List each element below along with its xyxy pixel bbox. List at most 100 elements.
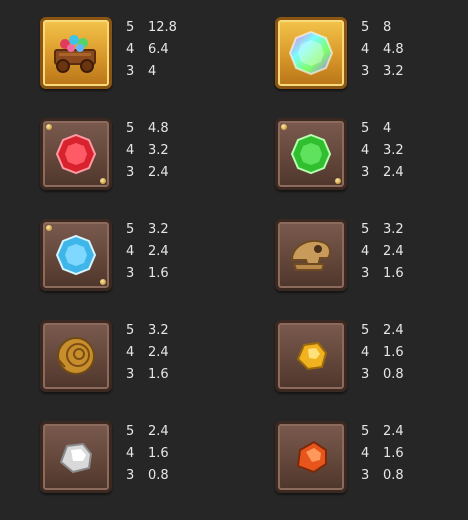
payout-row: 4 2.4 bbox=[126, 241, 169, 263]
payout-row: 5 2.4 bbox=[361, 421, 404, 443]
match-count: 3 bbox=[361, 64, 370, 79]
payout-value: 2.4 bbox=[148, 244, 169, 259]
payout-row: 5 2.4 bbox=[126, 421, 169, 443]
payout-value: 0.8 bbox=[148, 468, 169, 483]
red-gem-icon bbox=[55, 133, 97, 175]
gem-cart-icon bbox=[54, 35, 96, 73]
paytable-entry-white-stone: 5 2.4 4 1.6 3 0.8 bbox=[40, 421, 240, 501]
payout-value: 8 bbox=[383, 20, 392, 35]
blue-gem-icon bbox=[55, 234, 97, 276]
payout-value: 2.4 bbox=[148, 345, 169, 360]
payout-value: 2.4 bbox=[383, 323, 404, 338]
match-count: 3 bbox=[126, 266, 135, 281]
payout-row: 4 3.2 bbox=[126, 140, 169, 162]
match-count: 5 bbox=[361, 20, 370, 35]
payout-row: 5 3.2 bbox=[126, 320, 169, 342]
payout-value: 3.2 bbox=[383, 143, 404, 158]
payout-value: 4.8 bbox=[148, 121, 169, 136]
payout-list: 5 2.4 4 1.6 3 0.8 bbox=[126, 421, 169, 487]
symbol-tile bbox=[275, 320, 347, 392]
payout-row: 3 1.6 bbox=[361, 263, 404, 285]
match-count: 3 bbox=[361, 367, 370, 382]
paytable-entry-rainbow-gem: 58 4 4.8 3 3.2 bbox=[275, 17, 468, 97]
symbol-tile bbox=[40, 219, 112, 291]
payout-value: 4 bbox=[148, 64, 157, 79]
payout-value: 1.6 bbox=[148, 266, 169, 281]
payout-value: 3.2 bbox=[148, 143, 169, 158]
match-count: 4 bbox=[126, 143, 135, 158]
symbol-tile bbox=[275, 118, 347, 190]
payout-list: 5 3.2 4 2.4 3 1.6 bbox=[361, 219, 404, 285]
payout-value: 1.6 bbox=[383, 446, 404, 461]
match-count: 4 bbox=[126, 446, 135, 461]
payout-row: 4 3.2 bbox=[361, 140, 404, 162]
match-count: 5 bbox=[361, 424, 370, 439]
payout-list: 54 4 3.2 3 2.4 bbox=[361, 118, 404, 184]
match-count: 5 bbox=[361, 121, 370, 136]
payout-value: 4.8 bbox=[383, 42, 404, 57]
payout-value: 2.4 bbox=[383, 165, 404, 180]
match-count: 5 bbox=[361, 323, 370, 338]
payout-row: 54 bbox=[361, 118, 404, 140]
payout-list: 58 4 4.8 3 3.2 bbox=[361, 17, 404, 83]
payout-list: 5 2.4 4 1.6 3 0.8 bbox=[361, 320, 404, 386]
symbol-tile bbox=[275, 219, 347, 291]
payout-value: 1.6 bbox=[383, 345, 404, 360]
payout-row: 3 1.6 bbox=[126, 364, 169, 386]
payout-row: 5 3.2 bbox=[361, 219, 404, 241]
payout-value: 2.4 bbox=[383, 244, 404, 259]
payout-list: 5 3.2 4 2.4 3 1.6 bbox=[126, 320, 169, 386]
match-count: 5 bbox=[126, 323, 135, 338]
payout-row: 5 3.2 bbox=[126, 219, 169, 241]
payout-value: 3.2 bbox=[148, 323, 169, 338]
paytable-entry-gem-cart: 5 12.8 4 6.4 34 bbox=[40, 17, 240, 97]
payout-row: 4 6.4 bbox=[126, 39, 177, 61]
payout-row: 3 3.2 bbox=[361, 61, 404, 83]
paytable-entry-orange-stone: 5 2.4 4 1.6 3 0.8 bbox=[275, 421, 468, 501]
match-count: 4 bbox=[361, 143, 370, 158]
symbol-tile bbox=[40, 118, 112, 190]
payout-row: 3 2.4 bbox=[361, 162, 404, 184]
match-count: 5 bbox=[361, 222, 370, 237]
payout-value: 3.2 bbox=[148, 222, 169, 237]
payout-list: 5 3.2 4 2.4 3 1.6 bbox=[126, 219, 169, 285]
payout-row: 4 2.4 bbox=[361, 241, 404, 263]
paytable-entry-ammonite: 5 3.2 4 2.4 3 1.6 bbox=[40, 320, 240, 400]
match-count: 4 bbox=[126, 244, 135, 259]
payout-row: 3 1.6 bbox=[126, 263, 169, 285]
match-count: 5 bbox=[126, 222, 135, 237]
paytable: 5 12.8 4 6.4 34 58 4 4.8 3 3.2 5 4.8 4 3… bbox=[0, 0, 468, 520]
match-count: 3 bbox=[126, 468, 135, 483]
symbol-tile bbox=[40, 320, 112, 392]
payout-row: 4 1.6 bbox=[126, 443, 169, 465]
payout-list: 5 12.8 4 6.4 34 bbox=[126, 17, 177, 83]
rainbow-gem-icon bbox=[288, 30, 334, 76]
payout-value: 3.2 bbox=[383, 64, 404, 79]
payout-value: 4 bbox=[383, 121, 392, 136]
orange-stone-icon bbox=[296, 440, 327, 474]
paytable-entry-dino-skull: 5 3.2 4 2.4 3 1.6 bbox=[275, 219, 468, 299]
payout-row: 4 1.6 bbox=[361, 342, 404, 364]
payout-value: 2.4 bbox=[148, 165, 169, 180]
symbol-tile bbox=[275, 17, 347, 89]
payout-row: 4 1.6 bbox=[361, 443, 404, 465]
payout-row: 3 2.4 bbox=[126, 162, 169, 184]
payout-list: 5 2.4 4 1.6 3 0.8 bbox=[361, 421, 404, 487]
match-count: 5 bbox=[126, 121, 135, 136]
paytable-entry-green-gem: 54 4 3.2 3 2.4 bbox=[275, 118, 468, 198]
symbol-tile bbox=[40, 17, 112, 89]
paytable-entry-blue-gem: 5 3.2 4 2.4 3 1.6 bbox=[40, 219, 240, 299]
white-stone-icon bbox=[59, 442, 93, 474]
payout-row: 58 bbox=[361, 17, 404, 39]
payout-row: 5 2.4 bbox=[361, 320, 404, 342]
match-count: 3 bbox=[126, 367, 135, 382]
payout-value: 2.4 bbox=[148, 424, 169, 439]
payout-row: 4 2.4 bbox=[126, 342, 169, 364]
payout-row: 5 4.8 bbox=[126, 118, 169, 140]
payout-value: 0.8 bbox=[383, 468, 404, 483]
match-count: 3 bbox=[361, 468, 370, 483]
match-count: 4 bbox=[361, 345, 370, 360]
match-count: 4 bbox=[361, 244, 370, 259]
payout-row: 3 0.8 bbox=[361, 465, 404, 487]
match-count: 4 bbox=[361, 446, 370, 461]
